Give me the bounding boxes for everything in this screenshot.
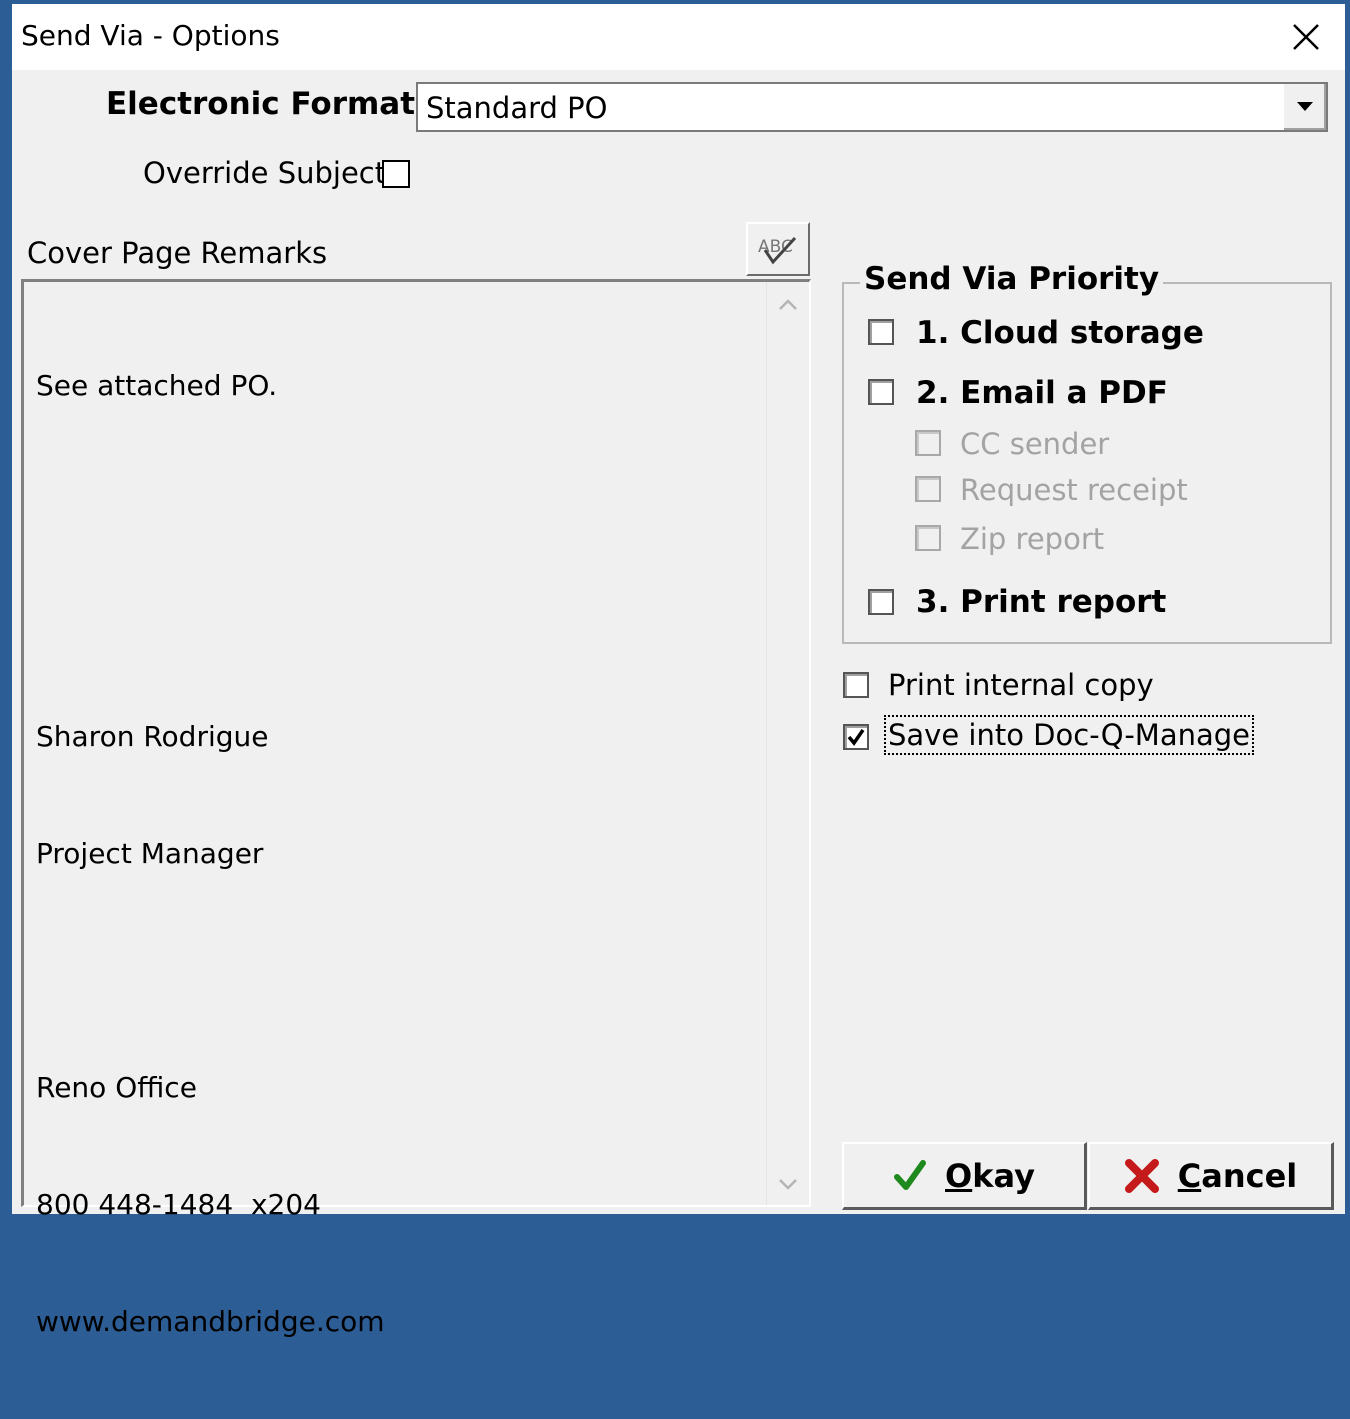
remarks-line [36, 951, 385, 990]
okay-label: Okay [945, 1156, 1035, 1195]
send-via-options-dialog: Send Via - Options Electronic Format: St… [12, 4, 1345, 1338]
spell-check-icon: ABC [758, 236, 797, 265]
print-internal-copy-checkbox[interactable] [843, 672, 869, 698]
email-pdf-checkbox[interactable] [868, 379, 894, 405]
save-doc-q-manage-label[interactable]: Save into Doc-Q-Manage [883, 715, 1255, 755]
cover-page-remarks-textarea[interactable]: See attached PO. Sharon Rodrigue Project… [21, 279, 811, 1338]
cloud-storage-checkbox[interactable] [868, 319, 894, 345]
cancel-label: Cancel [1177, 1156, 1298, 1195]
zip-report-checkbox[interactable] [915, 525, 941, 551]
zip-report-label[interactable]: Zip report [960, 521, 1104, 557]
checkmark-icon [847, 729, 865, 746]
override-subject-label: Override Subject [143, 156, 387, 190]
override-subject-checkbox[interactable] [382, 160, 410, 188]
scroll-down-icon[interactable] [779, 1179, 797, 1191]
close-button[interactable] [1281, 12, 1331, 62]
print-report-label[interactable]: 3. Print report [916, 584, 1166, 620]
remarks-line: 800 448-1484 x204 [36, 1188, 321, 1221]
request-receipt-checkbox[interactable] [915, 476, 941, 502]
close-icon [1293, 24, 1319, 50]
save-doc-q-manage-checkbox[interactable] [843, 724, 869, 750]
request-receipt-label[interactable]: Request receipt [960, 472, 1188, 508]
email-pdf-label[interactable]: 2. Email a PDF [916, 375, 1168, 411]
cover-page-remarks-label: Cover Page Remarks [27, 236, 328, 270]
remarks-line [36, 483, 385, 522]
print-internal-copy-label[interactable]: Print internal copy [888, 667, 1154, 703]
cc-sender-checkbox[interactable] [915, 430, 941, 456]
print-report-checkbox[interactable] [868, 589, 894, 615]
chevron-down-icon [1297, 102, 1313, 111]
check-icon [894, 1159, 927, 1190]
remarks-line: See attached PO. [36, 369, 278, 402]
remarks-line: Sharon Rodrigue [36, 720, 269, 753]
remarks-line: Project Manager [36, 837, 264, 870]
title-bar: Send Via - Options [12, 4, 1345, 70]
remarks-line [36, 600, 385, 639]
remarks-line: Reno Office [36, 1071, 197, 1104]
x-icon [1124, 1158, 1159, 1193]
send-via-priority-title: Send Via Priority [860, 260, 1164, 298]
remarks-text: See attached PO. Sharon Rodrigue Project… [36, 288, 385, 1419]
cancel-button[interactable]: Cancel [1088, 1142, 1334, 1210]
okay-button[interactable]: Okay [842, 1142, 1087, 1210]
cc-sender-label[interactable]: CC sender [960, 426, 1109, 462]
scroll-up-icon[interactable] [779, 298, 797, 310]
electronic-format-select[interactable]: Standard PO [416, 82, 1328, 132]
electronic-format-label: Electronic Format: [106, 86, 428, 122]
electronic-format-value: Standard PO [426, 91, 608, 125]
remarks-line: www.demandbridge.com [36, 1305, 385, 1338]
dropdown-button[interactable] [1282, 84, 1326, 130]
window-title: Send Via - Options [21, 19, 280, 52]
cloud-storage-label[interactable]: 1. Cloud storage [916, 315, 1204, 351]
spell-check-button[interactable]: ABC [746, 222, 810, 276]
vertical-scrollbar[interactable] [766, 282, 809, 1205]
